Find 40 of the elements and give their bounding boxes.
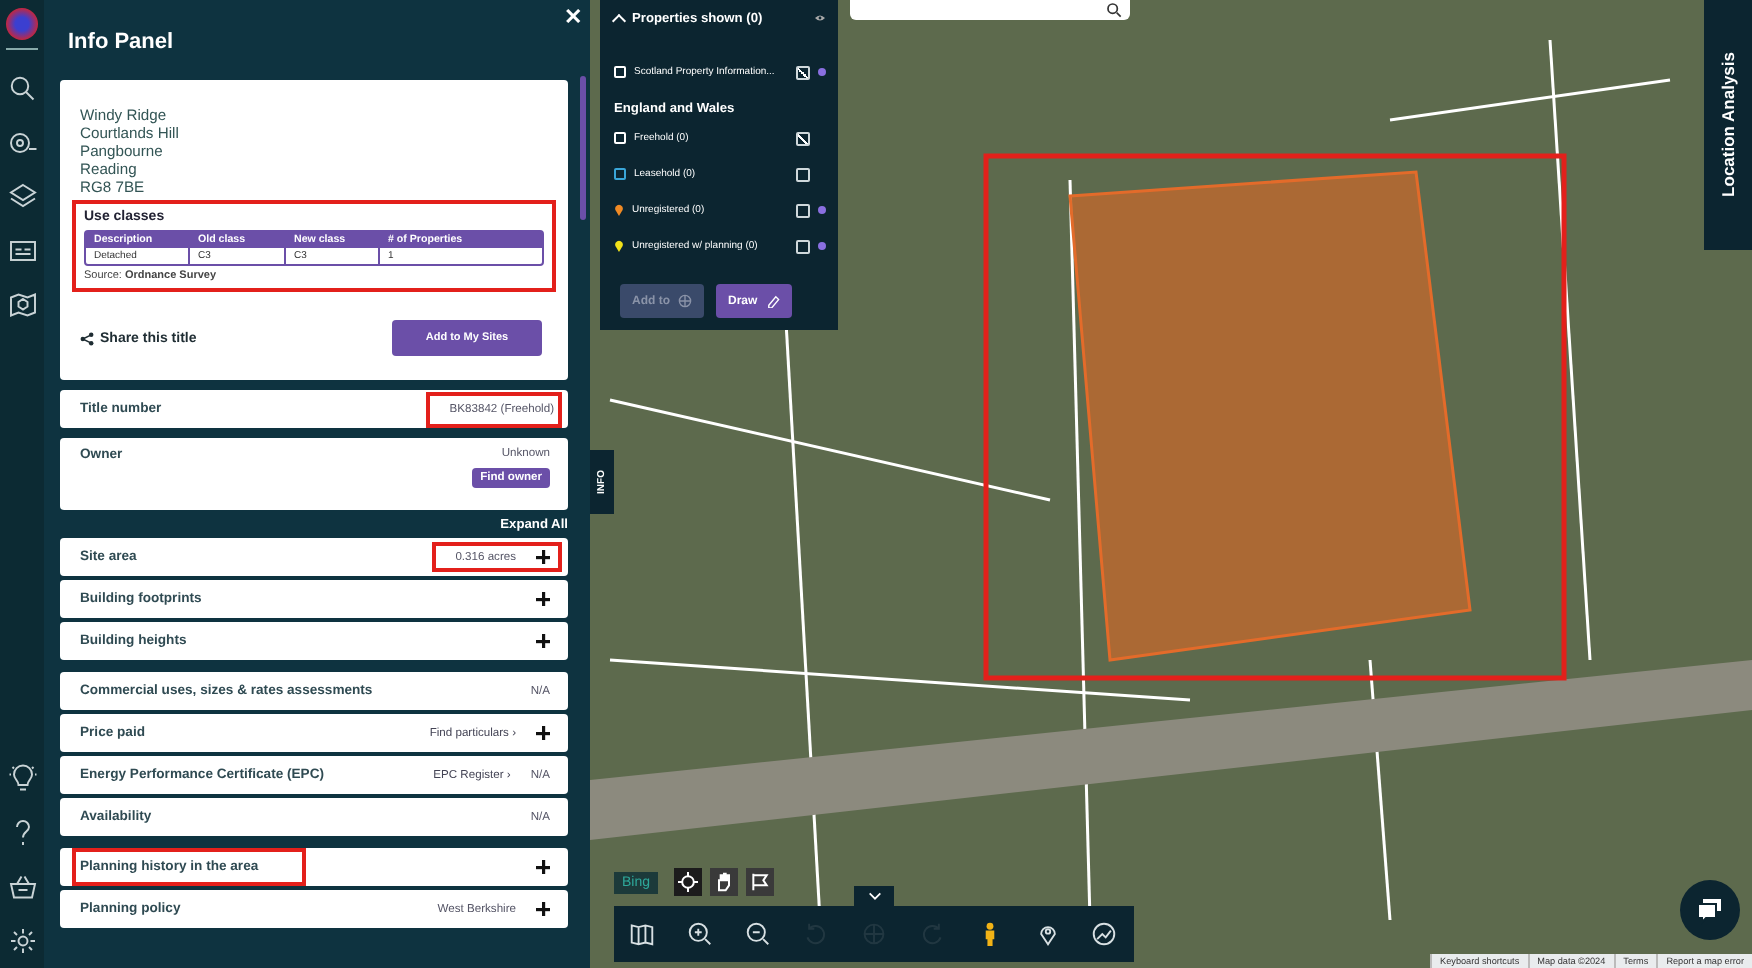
plus-icon[interactable]	[536, 550, 550, 564]
crosshair-icon[interactable]	[674, 868, 703, 896]
checkbox[interactable]	[796, 131, 810, 145]
plus-icon[interactable]	[536, 860, 550, 874]
checkbox[interactable]	[796, 167, 810, 181]
checkbox[interactable]	[796, 65, 810, 79]
checkbox[interactable]	[796, 239, 810, 253]
close-button[interactable]: ✕	[564, 4, 582, 30]
plus-icon[interactable]	[536, 592, 550, 606]
plus-icon[interactable]	[536, 726, 550, 740]
tape-measure-icon[interactable]	[7, 128, 37, 158]
lightbulb-icon[interactable]	[7, 764, 37, 794]
pen-icon	[765, 294, 780, 308]
basket-icon[interactable]	[7, 872, 37, 902]
collapse-toolbar-button[interactable]	[854, 886, 894, 906]
hand-icon[interactable]	[710, 868, 739, 896]
chevron-down-icon	[867, 892, 881, 900]
plus-icon[interactable]	[536, 902, 550, 916]
search-icon[interactable]	[7, 74, 37, 104]
map-circle-icon[interactable]	[1092, 922, 1117, 946]
globe-icon	[678, 294, 692, 308]
logo-icon[interactable]	[6, 8, 38, 40]
checkbox[interactable]	[796, 203, 810, 217]
plus-icon[interactable]	[536, 634, 550, 648]
scrollbar[interactable]	[580, 76, 586, 220]
search-icon[interactable]	[1106, 2, 1122, 18]
share-icon	[80, 331, 94, 345]
pin-icon[interactable]	[1035, 922, 1060, 946]
layers-icon[interactable]	[7, 182, 37, 212]
panel-title: Info Panel	[68, 30, 174, 54]
settings-icon[interactable]	[7, 926, 37, 956]
id-card-icon[interactable]	[7, 236, 37, 266]
chat-bubble-icon	[1694, 894, 1726, 926]
zoom-in-icon[interactable]	[688, 922, 713, 946]
zoom-out-icon[interactable]	[746, 922, 771, 946]
location-analysis-tab[interactable]: Location Analysis	[1704, 0, 1752, 250]
eye-icon[interactable]	[814, 14, 826, 22]
map-box-icon[interactable]	[7, 290, 37, 320]
flag-icon[interactable]	[746, 868, 775, 896]
map-book-icon[interactable]	[630, 922, 655, 946]
